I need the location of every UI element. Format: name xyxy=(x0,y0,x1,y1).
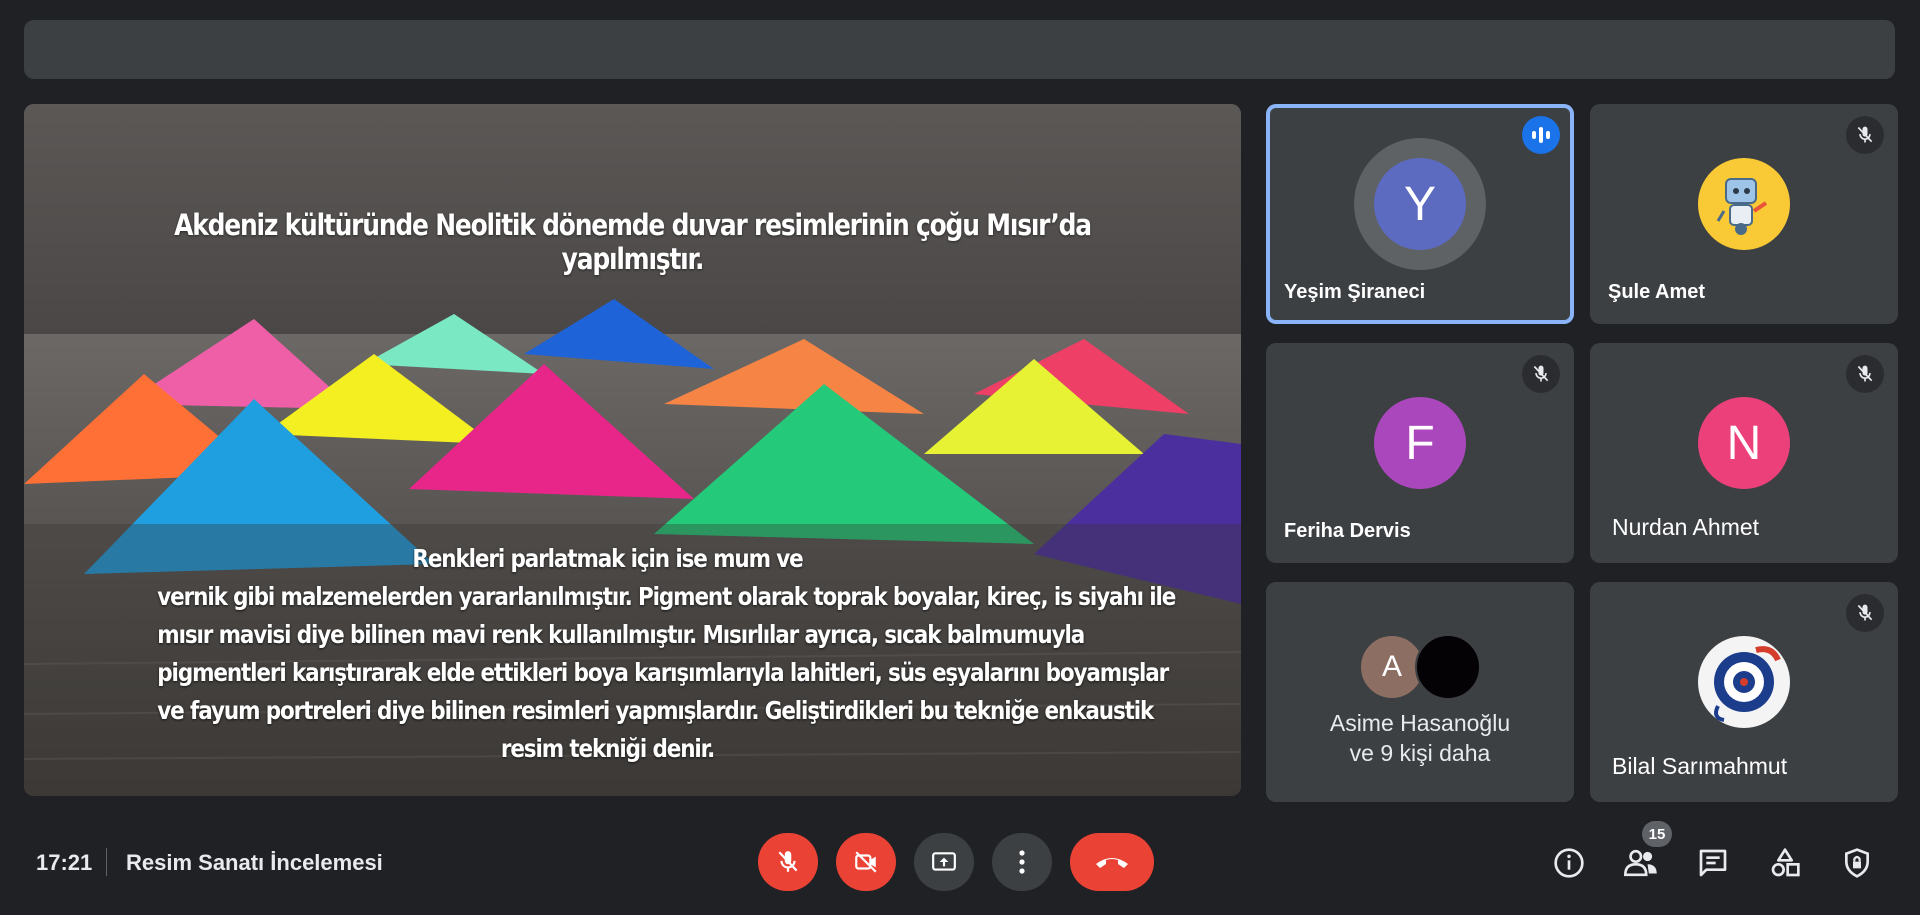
mic-off-icon xyxy=(1846,355,1884,393)
participant-tile-group[interactable]: A Asime Hasanoğlu ve 9 kişi daha xyxy=(1266,582,1574,802)
leave-call-button[interactable] xyxy=(1070,833,1154,891)
speaking-indicator-icon xyxy=(1522,116,1560,154)
slide-body-line: ve fayum portreleri diye bilinen resimle… xyxy=(157,696,1154,725)
info-icon xyxy=(1554,848,1584,878)
slide-body-line: mısır mavisi diye bilinen mavi renk kull… xyxy=(157,620,1085,649)
avatar: Y xyxy=(1374,158,1466,250)
hang-up-icon xyxy=(1096,858,1128,868)
slide-body-line: vernik gibi malzemelerden yararlanılmışt… xyxy=(157,582,1176,611)
participant-tile-feriha[interactable]: F Feriha Dervis xyxy=(1266,343,1574,563)
participant-tile-sule[interactable]: Şule Amet xyxy=(1590,104,1898,324)
host-controls-button[interactable] xyxy=(1837,843,1877,883)
participant-name: Feriha Dervis xyxy=(1284,520,1411,542)
presentation-stage: Akdeniz kültüründe Neolitik dönemde duva… xyxy=(24,104,1241,796)
participant-name: Şule Amet xyxy=(1608,281,1706,303)
people-button[interactable] xyxy=(1621,843,1661,883)
meeting-clock: 17:21 xyxy=(36,850,93,875)
group-label-line: Asime Hasanoğlu xyxy=(1329,710,1511,736)
more-vertical-icon xyxy=(1019,850,1025,874)
slide-body-line: pigmentleri karıştırarak elde ettikleri … xyxy=(157,658,1169,687)
top-banner xyxy=(24,20,1895,79)
meeting-details-button[interactable] xyxy=(1549,843,1589,883)
activities-button[interactable] xyxy=(1765,843,1805,883)
slide-body-line: Renkleri parlatmak için ise mum ve xyxy=(412,544,803,573)
slide-body-line: resim tekniği denir. xyxy=(500,734,715,763)
participant-tile-yesim[interactable]: Y Yeşim Şiraneci xyxy=(1266,104,1574,324)
people-icon xyxy=(1624,849,1657,877)
chat-button[interactable] xyxy=(1693,843,1733,883)
chat-icon xyxy=(1699,849,1727,877)
mic-off-icon xyxy=(778,851,798,872)
slide-title: Akdeniz kültüründe Neolitik dönemde duva… xyxy=(174,208,1092,276)
mic-off-icon xyxy=(1522,355,1560,393)
participant-name: Yeşim Şiraneci xyxy=(1284,281,1426,303)
avatar: N xyxy=(1698,397,1790,489)
participant-tile-nurdan[interactable]: N Nurdan Ahmet xyxy=(1590,343,1898,563)
mic-toggle-button[interactable] xyxy=(758,833,818,891)
slide-body: Renkleri parlatmak için ise mum ve verni… xyxy=(157,540,1176,768)
avatar: F xyxy=(1374,397,1466,489)
participant-name: Bilal Sarımahmut xyxy=(1612,753,1788,779)
participant-name: Nurdan Ahmet xyxy=(1612,514,1760,540)
group-label: Asime Hasanoğlu ve 9 kişi daha xyxy=(1266,708,1574,768)
host-controls-icon xyxy=(1845,848,1869,878)
divider xyxy=(106,848,107,876)
group-label-line: ve 9 kişi daha xyxy=(1349,740,1491,766)
present-icon xyxy=(932,852,956,871)
ornament-avatar xyxy=(1698,636,1790,728)
meeting-title: Resim Sanatı İncelemesi xyxy=(126,850,383,875)
camera-toggle-button[interactable] xyxy=(836,833,896,891)
activities-icon xyxy=(1771,848,1800,877)
camera-off-icon xyxy=(855,851,877,873)
more-options-button[interactable] xyxy=(992,833,1052,891)
avatar xyxy=(1415,634,1481,700)
group-avatars: A xyxy=(1359,634,1483,700)
robot-avatar xyxy=(1698,158,1790,250)
present-button[interactable] xyxy=(914,833,974,891)
participant-tile-bilal[interactable]: Bilal Sarımahmut xyxy=(1590,582,1898,802)
mic-off-icon xyxy=(1846,116,1884,154)
mic-off-icon xyxy=(1846,594,1884,632)
participant-count-badge: 15 xyxy=(1642,821,1672,847)
